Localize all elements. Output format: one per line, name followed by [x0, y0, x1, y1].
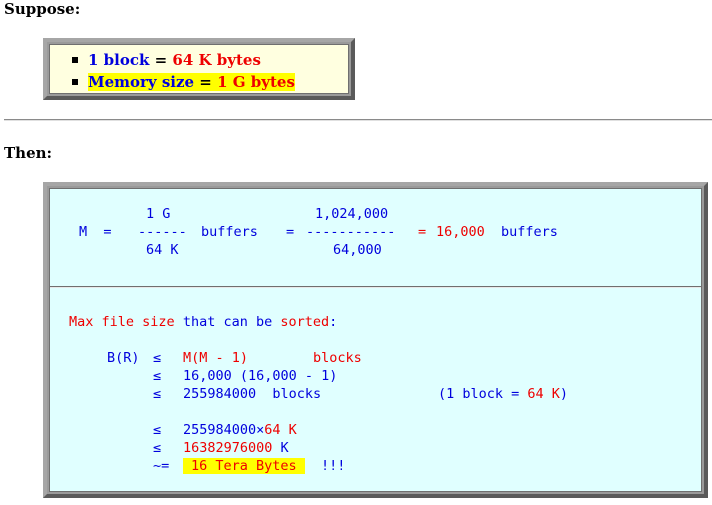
line4-expr: 255984000×64 K	[183, 422, 297, 438]
list-item-block-size: 1 block = 64 K bytes	[72, 49, 348, 71]
line3-note: (1 block = 64 K)	[438, 386, 569, 402]
then-heading: Then:	[4, 144, 53, 162]
line1-unit: blocks	[313, 350, 362, 366]
memory-label: Memory size	[88, 73, 195, 91]
fraction1-denominator: 64 K	[146, 242, 179, 258]
m-equals: M =	[79, 224, 112, 240]
fraction2-bar: -----------	[306, 224, 396, 240]
le-sign-4: ≤	[153, 422, 162, 438]
square-bullet-icon	[72, 57, 78, 63]
equals-sign-3: =	[418, 224, 427, 240]
line6-result: 16 Tera Bytes !!!	[183, 457, 345, 475]
le-sign-5: ≤	[153, 440, 162, 456]
line1-expr: M(M - 1)	[183, 350, 249, 366]
le-sign-2: ≤	[153, 368, 162, 384]
br-label: B(R)	[107, 350, 140, 366]
suppose-box: 1 block = 64 K bytes Memory size = 1 G b…	[43, 38, 355, 100]
block-label: 1 block	[88, 51, 150, 69]
horizontal-rule	[4, 119, 712, 121]
equals-sign-2: =	[286, 224, 295, 240]
m-result: 16,000	[436, 224, 485, 240]
approx-sign: ~=	[153, 458, 170, 474]
memory-value: 1 G bytes	[217, 73, 295, 91]
inner-divider	[50, 286, 701, 288]
suppose-list: 1 block = 64 K bytes Memory size = 1 G b…	[72, 49, 348, 93]
equals-sign: =	[194, 73, 218, 91]
square-bullet-icon	[72, 79, 78, 85]
tera-bytes-highlight: 16 Tera Bytes	[183, 458, 305, 474]
max-file-intro: Max file size that can be sorted:	[69, 314, 338, 330]
suppose-box-inner: 1 block = 64 K bytes Memory size = 1 G b…	[49, 44, 349, 94]
line2-expr: 16,000 (16,000 - 1)	[183, 368, 338, 384]
suppose-heading: Suppose:	[4, 0, 81, 18]
line5-expr: 16382976000 K	[183, 440, 289, 456]
fraction1-numerator: 1 G	[146, 206, 171, 222]
le-sign-1: ≤	[153, 350, 162, 366]
fraction1-bar: ------	[138, 224, 187, 240]
fraction2-denominator: 64,000	[333, 242, 382, 258]
fraction2-numerator: 1,024,000	[315, 206, 389, 222]
block-value: 64 K bytes	[172, 51, 261, 69]
then-box: 1 G 1,024,000 M = ------ buffers = -----…	[43, 182, 708, 498]
buffers-unit-1: buffers	[201, 224, 258, 240]
buffers-unit-2: buffers	[501, 224, 558, 240]
line3-expr: 255984000 blocks	[183, 386, 322, 402]
le-sign-3: ≤	[153, 386, 162, 402]
equals-sign: =	[149, 51, 173, 69]
list-item-memory-size: Memory size = 1 G bytes	[72, 71, 348, 93]
then-box-inner: 1 G 1,024,000 M = ------ buffers = -----…	[49, 188, 702, 492]
